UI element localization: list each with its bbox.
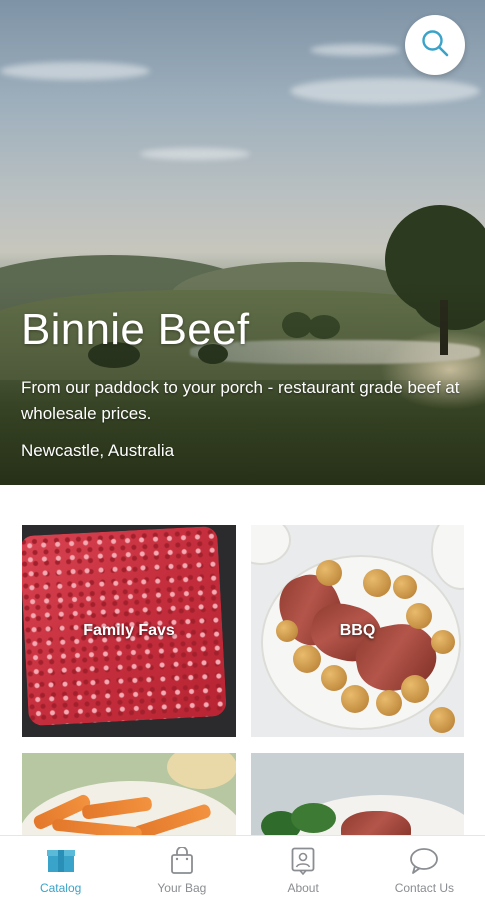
cloud — [140, 148, 250, 160]
nav-contact-us[interactable]: Contact Us — [364, 836, 485, 900]
nav-about[interactable]: About — [243, 836, 364, 900]
search-button[interactable] — [405, 15, 465, 75]
greens — [291, 803, 336, 833]
store-location: Newcastle, Australia — [21, 441, 175, 460]
bowl — [167, 753, 236, 789]
category-tile-4[interactable] — [251, 753, 464, 835]
cloud — [290, 78, 480, 104]
chat-bubble-icon — [409, 846, 439, 876]
catalog-box-icon — [46, 846, 76, 876]
nav-label: Your Bag — [157, 881, 207, 895]
potato — [316, 560, 342, 586]
category-label: BBQ — [339, 622, 376, 639]
category-label: Family Favs — [83, 622, 175, 639]
potato — [321, 665, 347, 691]
plate — [251, 525, 291, 565]
store-title: Binnie Beef — [21, 305, 250, 354]
potato — [363, 569, 391, 597]
nav-label: Catalog — [39, 881, 82, 895]
hero-banner: Binnie Beef From our paddock to your por… — [0, 0, 485, 485]
potato — [341, 685, 369, 713]
search-icon — [420, 28, 450, 63]
nav-label: About — [287, 881, 319, 895]
potato — [393, 575, 417, 599]
cloud — [310, 44, 400, 56]
nav-label: Contact Us — [394, 881, 455, 895]
potato — [429, 707, 455, 733]
cloud — [0, 62, 150, 80]
potato — [401, 675, 429, 703]
category-tile-family-favs[interactable]: Family Favs — [22, 525, 236, 737]
category-tile-3[interactable] — [22, 753, 236, 835]
store-tagline: From our paddock to your porch - restaur… — [21, 378, 460, 423]
shopping-bag-icon — [170, 846, 194, 876]
potato — [376, 690, 402, 716]
about-person-icon — [291, 846, 315, 876]
nav-your-bag[interactable]: Your Bag — [121, 836, 242, 900]
bottom-navigation: Catalog Your Bag About Contact Us — [0, 835, 485, 900]
potato — [293, 645, 321, 673]
plate — [431, 525, 464, 590]
nav-catalog[interactable]: Catalog — [0, 836, 121, 900]
category-tile-bbq[interactable]: BBQ — [251, 525, 464, 737]
beef-slice — [341, 811, 411, 835]
